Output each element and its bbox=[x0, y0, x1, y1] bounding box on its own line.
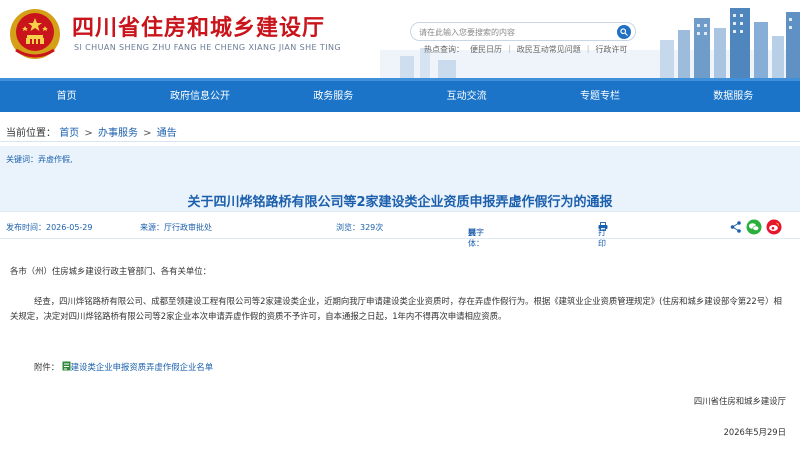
weibo-icon[interactable] bbox=[766, 219, 782, 235]
breadcrumb-label: 当前位置： bbox=[6, 128, 56, 139]
nav-item-data-services[interactable]: 数据服务 bbox=[667, 81, 800, 112]
breadcrumb-services[interactable]: 办事服务 bbox=[98, 128, 138, 139]
hot-link-separator: | bbox=[586, 44, 590, 53]
search-icon bbox=[620, 28, 628, 36]
breadcrumb-notices[interactable]: 通告 bbox=[157, 128, 177, 139]
share-icon[interactable] bbox=[729, 219, 743, 235]
article-meta-bar: 发布时间：2026-05-29 来源：厅行政审批处 浏览：329次 【字体： 大… bbox=[0, 217, 800, 248]
article-signature: 四川省住房和城乡建设厅 bbox=[693, 396, 786, 406]
article-salutation: 各市（州）住房城乡建设行政主管部门、各有关单位： bbox=[10, 266, 211, 276]
site-header: 四川省住房和城乡建设厅 SI CHUAN SHENG ZHU FANG HE C… bbox=[0, 0, 800, 78]
wechat-icon[interactable] bbox=[746, 219, 762, 235]
article-title: 关于四川烨铭路桥有限公司等2家建设类企业资质申报弄虚作假行为的通报 bbox=[187, 195, 613, 210]
hot-queries-label: 热点查询： bbox=[424, 45, 464, 54]
hot-link-separator: | bbox=[508, 44, 511, 53]
hot-queries: 热点查询： 便民日历 | 政民互动常见问题 | 行政许可 bbox=[424, 44, 627, 55]
print-button[interactable]: 打印 bbox=[598, 222, 608, 248]
breadcrumb-divider bbox=[0, 141, 800, 142]
search-button[interactable] bbox=[617, 25, 631, 39]
breadcrumb: 当前位置： 首页 > 办事服务 > 通告 bbox=[6, 124, 177, 139]
font-size-close: 】 bbox=[468, 228, 476, 237]
article-header-band: 关键词：弄虚作假, 关于四川烨铭路桥有限公司等2家建设类企业资质申报弄虚作假行为… bbox=[0, 146, 800, 212]
publish-date: 发布时间：2026-05-29 bbox=[6, 223, 93, 232]
attachment-icon bbox=[62, 361, 71, 371]
article-sign-date: 2026年5月29日 bbox=[723, 427, 786, 437]
nav-item-gov-services[interactable]: 政务服务 bbox=[267, 81, 400, 112]
article-attachment: 附件： 建设类企业申报资质弄虚作假企业名单 bbox=[34, 360, 434, 375]
site-title-pinyin: SI CHUAN SHENG ZHU FANG HE CHENG XIANG J… bbox=[74, 43, 341, 52]
nav-item-interaction[interactable]: 互动交流 bbox=[400, 81, 533, 112]
article-source: 来源：厅行政审批处 bbox=[140, 223, 212, 232]
hot-link-faq[interactable]: 政民互动常见问题 bbox=[517, 44, 581, 55]
main-nav: 首页 政府信息公开 政务服务 互动交流 专题专栏 数据服务 bbox=[0, 78, 800, 112]
view-count: 浏览：329次 bbox=[336, 223, 384, 232]
national-emblem-icon bbox=[10, 9, 60, 59]
hot-link-permit[interactable]: 行政许可 bbox=[595, 44, 627, 55]
nav-item-special-topics[interactable]: 专题专栏 bbox=[533, 81, 666, 112]
breadcrumb-arrow: > bbox=[84, 128, 93, 139]
search-box bbox=[410, 22, 636, 41]
breadcrumb-arrow: > bbox=[143, 128, 152, 139]
article: 关键词：弄虚作假, 关于四川烨铭路桥有限公司等2家建设类企业资质申报弄虚作假行为… bbox=[0, 146, 800, 450]
print-label: 打印 bbox=[598, 228, 606, 248]
article-paragraph: 经查，四川烨铭路桥有限公司、成都至领建设工程有限公司等2家建设类企业，近期向我厅… bbox=[10, 296, 782, 321]
hot-link-calendar[interactable]: 便民日历 bbox=[470, 44, 502, 55]
breadcrumb-home[interactable]: 首页 bbox=[59, 128, 79, 139]
nav-item-home[interactable]: 首页 bbox=[0, 81, 133, 112]
search-input[interactable] bbox=[419, 25, 604, 39]
article-keywords: 关键词：弄虚作假, bbox=[6, 155, 73, 164]
attachment-label: 附件： bbox=[34, 362, 60, 372]
site-title: 四川省住房和城乡建设厅 bbox=[72, 16, 326, 41]
nav-item-info-disclosure[interactable]: 政府信息公开 bbox=[133, 81, 266, 112]
attachment-link[interactable]: 建设类企业申报资质弄虚作假企业名单 bbox=[71, 362, 213, 372]
